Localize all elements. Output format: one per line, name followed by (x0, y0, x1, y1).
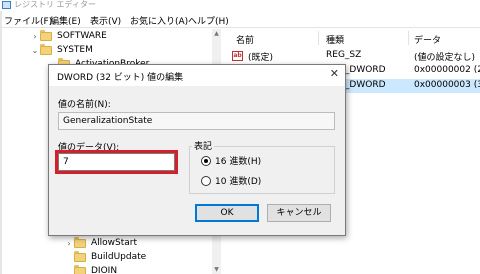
menu-bar: ファイル(F) 編集(E) 表示(V) お気に入り(A) ヘルプ(H) (0, 12, 480, 28)
registry-editor-window: レジストリ エディター ファイル(F) 編集(E) 表示(V) お気に入り(A)… (0, 0, 480, 274)
value-name: (既定) (248, 53, 274, 63)
folder-icon (74, 236, 86, 248)
tree-item-label: SYSTEM (57, 45, 93, 55)
value-type: REG_SZ (326, 50, 362, 60)
ok-button[interactable]: OK (195, 204, 259, 222)
radio-decimal[interactable]: 10 進数(D) (201, 174, 261, 187)
column-divider[interactable] (408, 31, 409, 45)
value-data: 0x00000002 (2) (414, 65, 480, 75)
scroll-down-arrow-icon[interactable]: ▼ (212, 265, 221, 274)
column-header-name[interactable]: 名前 (236, 33, 254, 46)
column-divider[interactable] (318, 31, 319, 45)
string-value-icon: ab (232, 51, 243, 61)
radio-decimal-label: 10 進数(D) (215, 177, 262, 187)
menu-view[interactable]: 表示(V) (90, 14, 121, 27)
tree-item-label: AllowStart (91, 238, 138, 248)
tree-item-software[interactable]: › SOFTWARE (30, 29, 107, 43)
chevron-right-icon[interactable]: › (64, 239, 74, 248)
close-icon[interactable]: ✕ (330, 67, 339, 80)
dword-edit-dialog: DWORD (32 ビット) 値の編集 ✕ 値の名前(N): Generaliz… (48, 64, 346, 236)
folder-icon (74, 250, 86, 262)
folder-icon (40, 29, 52, 41)
menu-file[interactable]: ファイル(F) (4, 14, 52, 27)
value-data: (値の設定なし) (414, 53, 476, 63)
value-name-label: 値の名前(N): (58, 100, 111, 110)
window-title: レジストリ エディター (14, 0, 96, 9)
folder-icon (40, 43, 52, 55)
cancel-button[interactable]: キャンセル (267, 204, 331, 222)
value-name-field[interactable]: GeneralizationState (58, 112, 335, 130)
list-row-default[interactable]: ab (既定) REG_SZ (値の設定なし) (222, 49, 480, 63)
chevron-right-icon[interactable]: › (30, 32, 40, 41)
menu-favorites[interactable]: お気に入り(A) (130, 14, 188, 27)
value-data: 0x00000003 (3) (414, 80, 480, 90)
radio-hex-label: 16 進数(H) (215, 157, 262, 167)
radio-hex[interactable]: 16 進数(H) (201, 154, 261, 167)
chevron-down-icon[interactable]: ⌄ (30, 46, 40, 55)
radio-selected-icon[interactable] (201, 155, 211, 166)
tree-item-label: SOFTWARE (57, 31, 107, 41)
title-bar: レジストリ エディター (0, 0, 480, 11)
radio-unselected-icon[interactable] (201, 175, 211, 186)
base-label: 表記 (192, 139, 215, 152)
folder-icon (74, 264, 86, 274)
regedit-app-icon (2, 1, 11, 9)
menu-edit[interactable]: 編集(E) (50, 14, 81, 27)
tree-item-system[interactable]: ⌄ SYSTEM (30, 43, 93, 57)
tree-item-allowstart[interactable]: › AllowStart (64, 236, 137, 250)
menu-help[interactable]: ヘルプ(H) (188, 14, 229, 27)
tree-item-label: DIOIN (91, 266, 118, 274)
tree-item-buildupdate[interactable]: BuildUpdate (64, 250, 146, 264)
column-header-type[interactable]: 種類 (326, 33, 344, 46)
tree-item-dioin[interactable]: DIOIN (64, 264, 117, 274)
tree-item-label: BuildUpdate (91, 252, 147, 262)
dialog-body: 値の名前(N): GeneralizationState 値のデータ(V): 7… (49, 86, 345, 235)
annotation-highlight-box (55, 150, 178, 174)
scroll-up-arrow-icon[interactable]: ▲ (212, 29, 221, 38)
dialog-title: DWORD (32 ビット) 値の編集 (57, 73, 184, 83)
column-header-data[interactable]: データ (414, 33, 441, 46)
